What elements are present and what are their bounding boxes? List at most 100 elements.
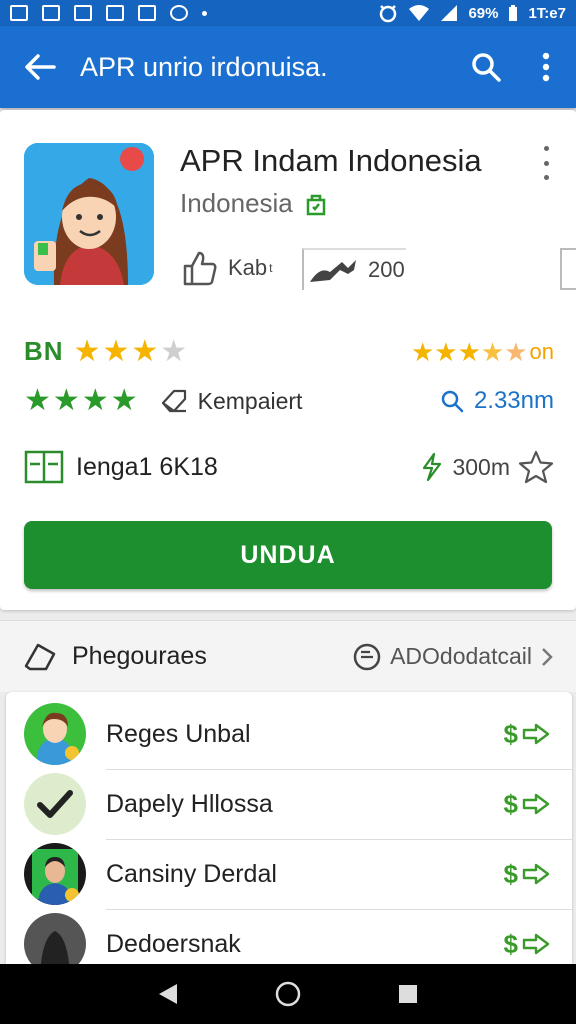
avatar [24, 703, 86, 765]
arrow-right-outline-icon [522, 723, 550, 745]
card-overflow-menu-button[interactable] [534, 146, 558, 180]
book-icon [24, 450, 64, 484]
notification-shield-icon [74, 5, 92, 21]
arrow-right-outline-icon [522, 933, 550, 955]
meta-edge [560, 248, 576, 290]
search-icon [472, 53, 501, 82]
alarm-icon [380, 5, 397, 23]
star-outline-icon [518, 450, 554, 484]
avatar-girl-icon [24, 703, 86, 765]
star-green-icon: ★ [81, 384, 109, 417]
notification-dot-icon [202, 10, 207, 16]
app-icon-image [24, 143, 154, 285]
list-item[interactable]: Dapely Hllossa $ [6, 768, 572, 840]
overflow-menu-button[interactable] [516, 26, 576, 108]
chat-bubble-icon [353, 643, 381, 670]
back-arrow-icon [25, 54, 56, 80]
menu-dot-icon [543, 175, 549, 180]
more-vert-icon [542, 52, 550, 82]
battery-icon [509, 5, 518, 21]
star-filled-icon: ★ [73, 334, 101, 368]
bookmark-icon [24, 643, 56, 670]
nav-recents-icon[interactable] [397, 983, 419, 1005]
price-button[interactable]: $ [504, 859, 550, 890]
notification-app-icon [170, 5, 188, 21]
wifi-signal-icon [409, 5, 430, 21]
star-empty-icon: ★ [160, 334, 188, 368]
back-button[interactable] [0, 26, 80, 108]
star-filled-icon: ★ [434, 336, 458, 367]
price-symbol: $ [503, 718, 518, 749]
status-bar: 69% 1T:e7 [0, 0, 576, 26]
verified-badge-icon [306, 194, 326, 215]
section-header: Phegouraes ADOdodatcail [0, 620, 576, 692]
app-detail-card: APR Indam Indonesia Indonesia Kab t 200 B… [0, 110, 576, 610]
star-filled-icon: ★ [410, 336, 435, 367]
language-value: Ienga1 6K18 [76, 452, 218, 481]
language-info: Ienga1 6K18 [24, 450, 218, 484]
star-green-icon: ★ [110, 384, 138, 417]
avatar [24, 913, 86, 964]
likes-meta[interactable]: Kab t [182, 250, 273, 286]
star-half-icon: ★ [504, 336, 528, 367]
downloads-stat: 2.33nm [440, 387, 554, 415]
stats-row: ★ ★ ★ ★ Kempaiert 2.33nm [24, 386, 554, 416]
section-link-label: ADOdodatcail [390, 643, 532, 669]
list-item-title: Reges Unbal [106, 719, 251, 748]
star-filled-icon: ★ [102, 334, 130, 368]
search-button[interactable] [456, 26, 516, 108]
nav-back-icon[interactable] [157, 982, 179, 1006]
arrow-right-outline-icon [522, 863, 550, 885]
system-nav-bar [0, 964, 576, 1024]
developer-name[interactable]: Indonesia [180, 188, 293, 219]
price-symbol: $ [503, 788, 518, 819]
secondary-rating-suffix: on [529, 338, 554, 364]
notification-chart-icon [106, 5, 124, 21]
star-green-icon: ★ [52, 384, 80, 417]
avatar [24, 773, 86, 835]
list-item[interactable]: Reges Unbal $ [6, 698, 572, 770]
rating-row: BN ★ ★ ★ ★ ★ ★ ★ ★ ★ on [24, 336, 554, 367]
developer-row[interactable]: Indonesia [180, 188, 327, 219]
list-item-title: Cansiny Derdal [106, 859, 277, 888]
count-value: 200 [368, 257, 405, 282]
battery-percent: 69% [468, 4, 499, 22]
list-item[interactable]: Cansiny Derdal $ [6, 838, 572, 910]
price-button[interactable]: $ [504, 789, 550, 820]
info-row: Ienga1 6K18 300m [24, 450, 554, 484]
compare-button[interactable]: Kempaiert [160, 387, 302, 415]
list-item-title: Dapely Hllossa [106, 789, 273, 818]
rating-stars: ★ ★ ★ ★ [73, 334, 188, 368]
trend-chart-icon [310, 260, 356, 282]
size-value: 300m [452, 453, 510, 480]
lightning-icon [423, 452, 442, 482]
avatar-boy-icon [24, 843, 86, 905]
star-filled-icon: ★ [457, 336, 481, 367]
section-title: Phegouraes [72, 642, 207, 670]
star-filled-icon: ★ [131, 334, 159, 368]
list-item[interactable]: Dedoersnak $ [6, 908, 572, 964]
star-filled-icon: ★ [480, 336, 505, 367]
count-meta[interactable]: 200 [302, 248, 406, 290]
nav-home-icon[interactable] [274, 980, 302, 1008]
price-button[interactable]: $ [504, 929, 550, 960]
install-button[interactable]: UNDUA [24, 521, 552, 589]
menu-dot-icon [543, 146, 549, 151]
notification-photo-icon [42, 5, 60, 21]
price-symbol: $ [503, 928, 518, 959]
avatar-dark-icon [24, 913, 86, 964]
size-info[interactable]: 300m [420, 450, 554, 484]
secondary-rating: ★ ★ ★ ★ ★ on [411, 337, 554, 367]
likes-sup: t [269, 261, 273, 275]
app-name: APR Indam Indonesia [180, 143, 482, 178]
likes-label: Kab [228, 255, 268, 280]
avatar-check-icon [24, 773, 86, 835]
price-button[interactable]: $ [504, 719, 550, 750]
section-more-link[interactable]: ADOdodatcail [352, 642, 554, 672]
notification-wifi-icon [138, 5, 156, 21]
avatar [24, 843, 86, 905]
rating-code: BN [24, 336, 64, 366]
arrow-right-outline-icon [522, 793, 550, 815]
clock: 1T:e7 [528, 4, 566, 22]
cell-signal-icon [441, 5, 458, 21]
